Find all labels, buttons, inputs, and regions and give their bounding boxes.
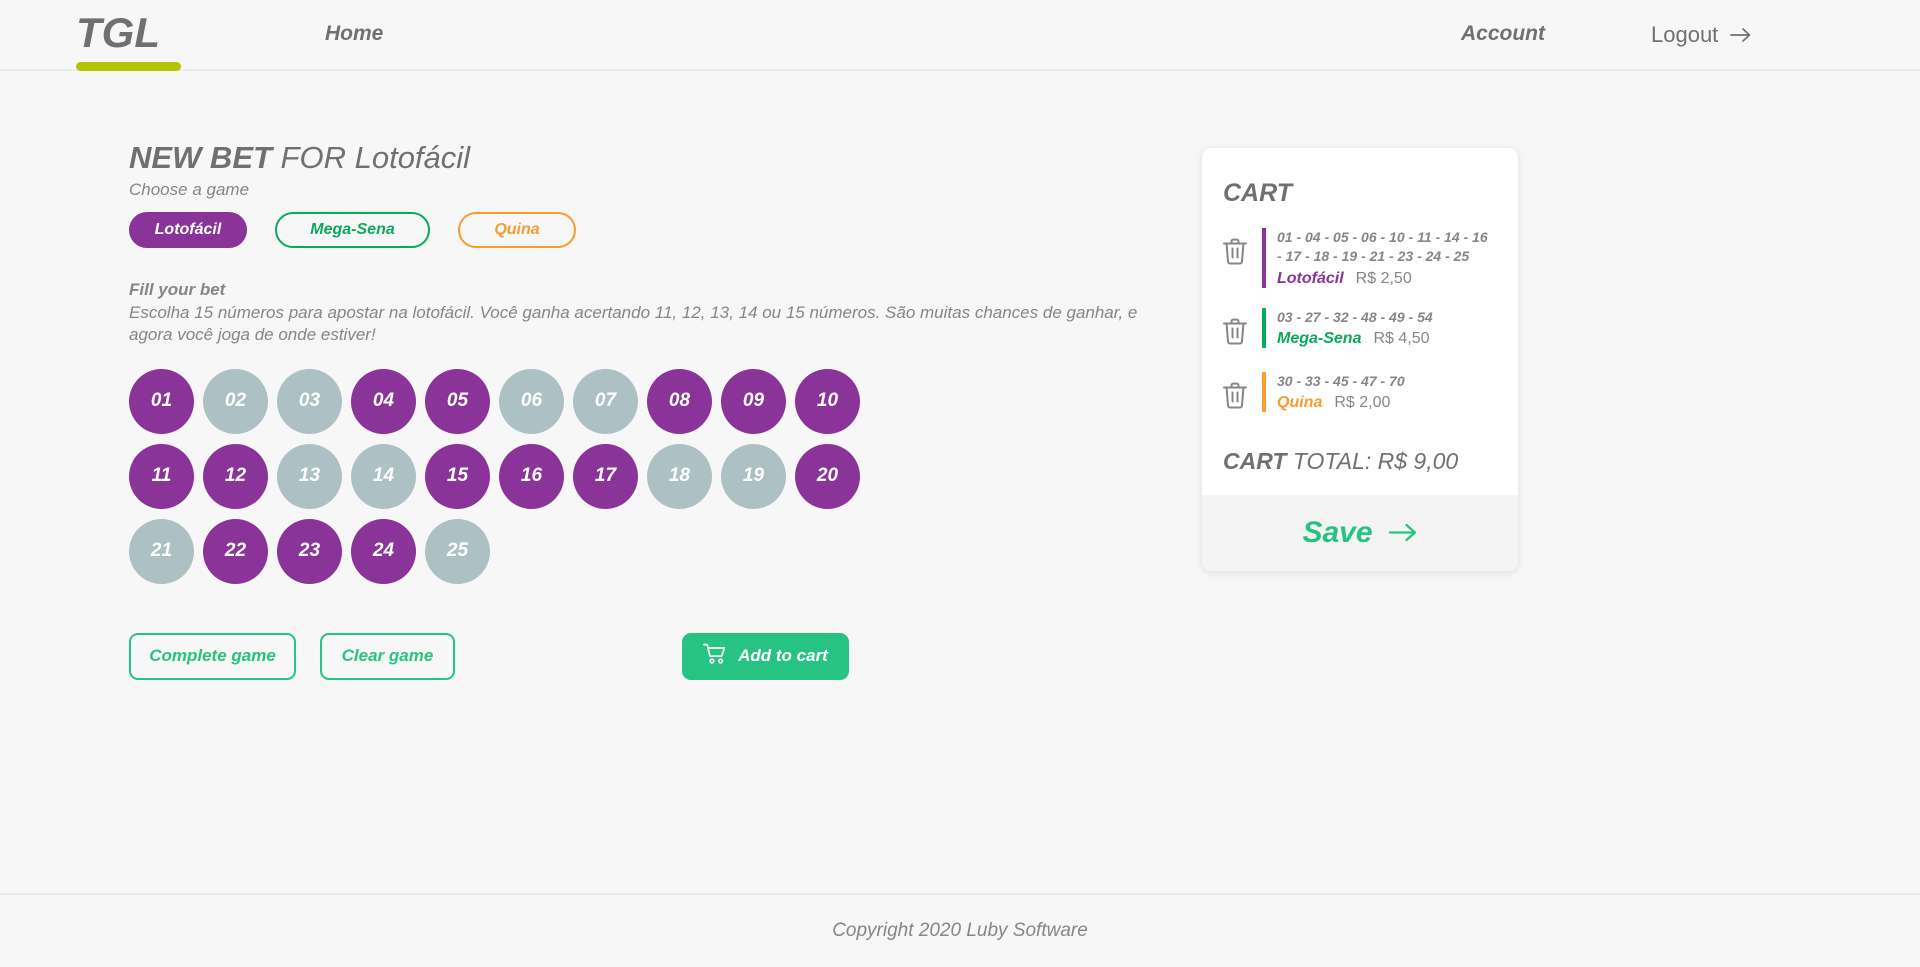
cart-item-numbers: 03 - 27 - 32 - 48 - 49 - 54 (1277, 308, 1433, 325)
number-ball[interactable]: 14 (351, 443, 416, 509)
number-ball[interactable]: 19 (721, 443, 786, 509)
add-to-cart-button[interactable]: Add to cart (682, 632, 849, 680)
app-logo[interactable]: TGL (76, 9, 160, 57)
game-type-quina[interactable]: Quina (458, 212, 576, 248)
cart-total-strong: CART (1223, 447, 1287, 474)
number-ball[interactable]: 08 (647, 368, 712, 434)
number-ball[interactable]: 13 (277, 443, 342, 509)
number-ball[interactable]: 11 (129, 443, 194, 509)
cart-title: CART (1223, 179, 1292, 207)
cart-item-numbers: 01 - 04 - 05 - 06 - 10 - 11 - 14 - 16 - … (1277, 229, 1488, 265)
cart-item-list: 01 - 04 - 05 - 06 - 10 - 11 - 14 - 16 - … (1202, 218, 1518, 426)
cart-total: CART TOTAL: R$ 9,00 (1202, 426, 1518, 495)
nav-link-logout[interactable]: Logout (1651, 21, 1752, 49)
page-title: NEW BET FOR Lotofácil (129, 140, 1189, 176)
page-title-rest: FOR Lotofácil (271, 140, 471, 175)
app-header: TGL Home Account Logout (0, 0, 1920, 71)
number-ball[interactable]: 21 (129, 518, 194, 584)
cart-panel: CART 01 - 04 - 05 - 06 - 10 - 11 - 14 - … (1202, 148, 1518, 571)
complete-game-button[interactable]: Complete game (129, 632, 296, 680)
cart-item-body: 01 - 04 - 05 - 06 - 10 - 11 - 14 - 16 - … (1262, 228, 1495, 288)
number-ball[interactable]: 09 (721, 368, 786, 434)
number-ball[interactable]: 12 (203, 443, 268, 509)
shopping-cart-icon (703, 643, 727, 670)
logo-underline (76, 62, 181, 71)
app-footer: Copyright 2020 Luby Software (0, 893, 1920, 967)
nav-link-account[interactable]: Account (1461, 22, 1545, 46)
cart-item: 30 - 33 - 45 - 47 - 70 Quina R$ 2,00 (1220, 362, 1500, 426)
number-ball[interactable]: 22 (203, 518, 268, 584)
new-bet-section: NEW BET FOR Lotofácil Choose a game Loto… (129, 140, 1189, 680)
cart-item-price: R$ 2,50 (1355, 269, 1412, 287)
number-grid: 01 02 03 04 05 06 07 08 09 10 11 12 13 1… (129, 368, 899, 584)
number-ball[interactable]: 16 (499, 443, 564, 509)
add-to-cart-label: Add to cart (738, 646, 828, 666)
cart-item: 01 - 04 - 05 - 06 - 10 - 11 - 14 - 16 - … (1220, 218, 1500, 298)
fill-your-bet-label: Fill your bet (129, 280, 226, 299)
game-type-mega-sena[interactable]: Mega-Sena (275, 212, 430, 248)
number-ball[interactable]: 17 (573, 443, 638, 509)
cart-item-game: Lotofácil (1277, 269, 1344, 287)
cart-item-meta: Lotofácil R$ 2,50 (1277, 270, 1495, 288)
number-ball[interactable]: 05 (425, 368, 490, 434)
cart-item-price: R$ 4,50 (1373, 329, 1430, 347)
arrow-right-icon (1730, 23, 1752, 49)
save-button-label: Save (1302, 515, 1373, 549)
cart-item-meta: Mega-Sena R$ 4,50 (1277, 330, 1495, 348)
cart-item-body: 30 - 33 - 45 - 47 - 70 Quina R$ 2,00 (1262, 371, 1495, 412)
game-type-selector: Lotofácil Mega-Sena Quina (129, 212, 1189, 248)
cart-item: 03 - 27 - 32 - 48 - 49 - 54 Mega-Sena R$… (1220, 298, 1500, 362)
choose-game-label: Choose a game (129, 180, 250, 199)
nav-link-home[interactable]: Home (325, 22, 383, 46)
number-ball[interactable]: 20 (795, 443, 860, 509)
bet-actions: Complete game Clear game Add to cart (129, 632, 1189, 680)
number-ball[interactable]: 24 (351, 518, 416, 584)
number-ball[interactable]: 06 (499, 368, 564, 434)
game-type-lotofacil[interactable]: Lotofácil (129, 212, 247, 248)
number-ball[interactable]: 23 (277, 518, 342, 584)
trash-icon[interactable] (1220, 372, 1253, 416)
number-ball[interactable]: 25 (425, 518, 490, 584)
number-ball[interactable]: 10 (795, 368, 860, 434)
cart-item-game: Quina (1277, 393, 1323, 411)
footer-copyright: Copyright 2020 Luby Software (832, 920, 1088, 941)
cart-total-value: TOTAL: R$ 9,00 (1286, 447, 1459, 474)
arrow-right-icon (1388, 517, 1418, 551)
cart-item-price: R$ 2,00 (1334, 393, 1391, 411)
clear-game-button[interactable]: Clear game (320, 632, 455, 680)
number-ball[interactable]: 18 (647, 443, 712, 509)
cart-item-meta: Quina R$ 2,00 (1277, 394, 1495, 412)
number-ball[interactable]: 03 (277, 368, 342, 434)
cart-item-numbers: 30 - 33 - 45 - 47 - 70 (1277, 372, 1405, 389)
number-ball[interactable]: 01 (129, 368, 194, 434)
nav-logout-label: Logout (1651, 22, 1719, 47)
page-title-strong: NEW BET (129, 140, 272, 175)
trash-icon[interactable] (1220, 308, 1253, 352)
number-ball[interactable]: 02 (203, 368, 268, 434)
save-button[interactable]: Save (1202, 494, 1518, 571)
trash-icon[interactable] (1220, 228, 1253, 272)
cart-item-game: Mega-Sena (1277, 329, 1362, 347)
number-ball[interactable]: 04 (351, 368, 416, 434)
number-ball[interactable]: 15 (425, 443, 490, 509)
cart-item-body: 03 - 27 - 32 - 48 - 49 - 54 Mega-Sena R$… (1262, 307, 1495, 348)
fill-your-bet-description: Escolha 15 números para apostar na lotof… (129, 303, 1138, 345)
number-ball[interactable]: 07 (573, 368, 638, 434)
